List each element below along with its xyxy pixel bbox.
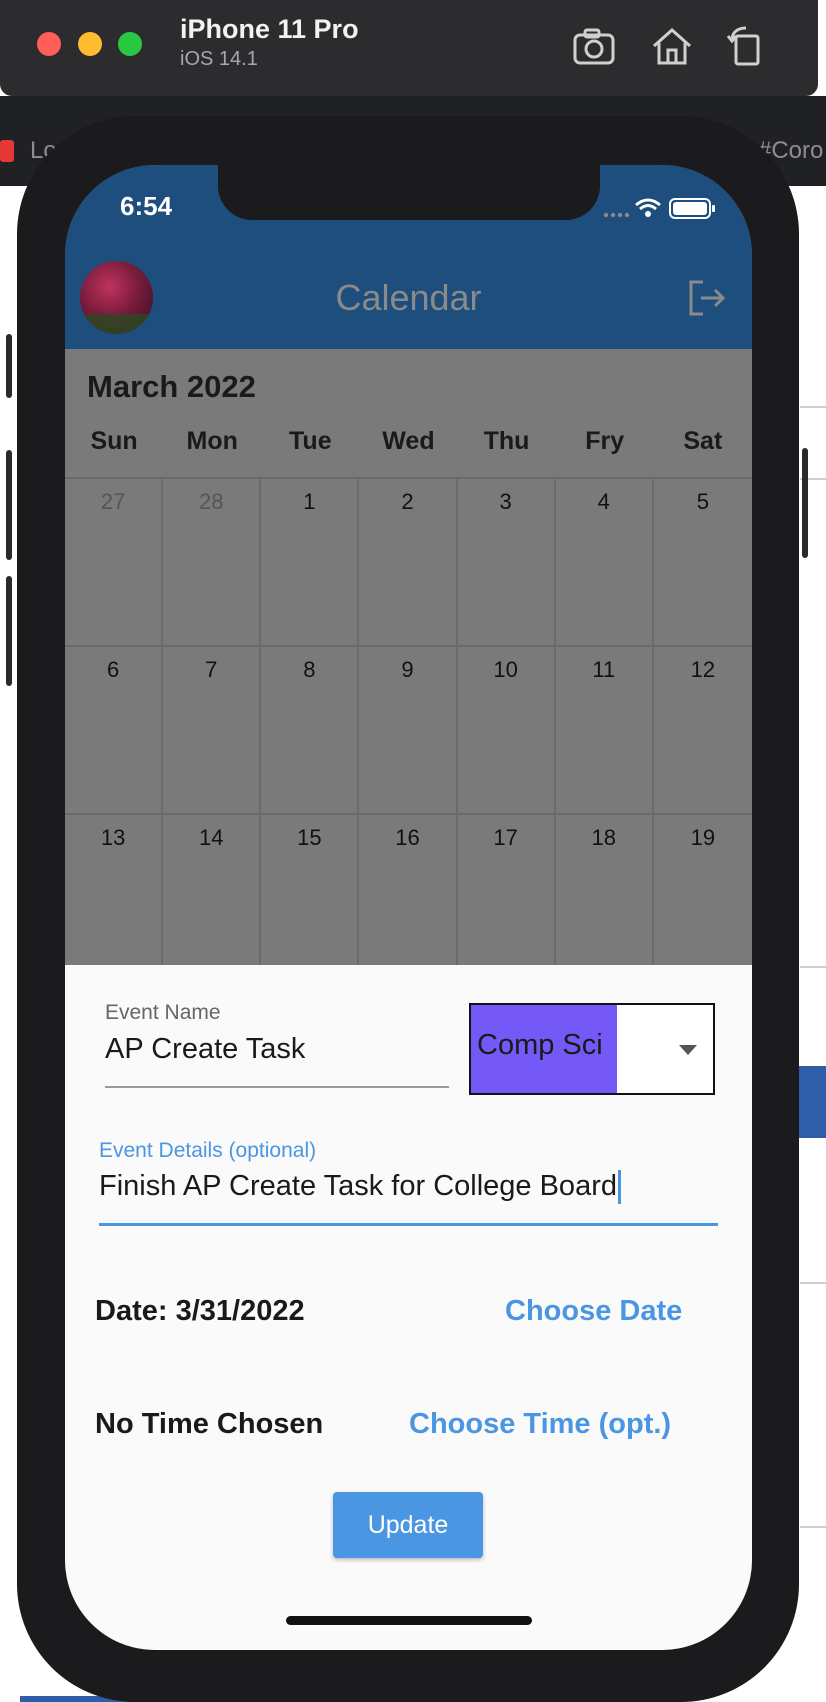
event-name-label: Event Name bbox=[105, 1001, 221, 1024]
event-details-label: Event Details (optional) bbox=[99, 1139, 317, 1162]
calendar-day[interactable]: 18 bbox=[555, 815, 654, 983]
rotate-icon[interactable] bbox=[722, 22, 770, 70]
notch bbox=[218, 165, 600, 220]
event-name-input[interactable]: AP Create Task bbox=[105, 1033, 305, 1066]
app-bar: 6:54 Calendar bbox=[65, 165, 752, 349]
screenshot-icon[interactable] bbox=[570, 22, 618, 70]
power-button bbox=[802, 448, 808, 558]
selected-time: No Time Chosen bbox=[95, 1408, 324, 1440]
home-indicator[interactable] bbox=[286, 1616, 532, 1625]
calendar-day[interactable]: 7 bbox=[163, 647, 262, 815]
signal-icon bbox=[603, 212, 630, 218]
weekday-label: Fry bbox=[585, 427, 625, 455]
simulator-title-bar: iPhone 11 Pro iOS 14.1 bbox=[0, 0, 818, 96]
calendar-day[interactable]: 8 bbox=[261, 647, 360, 815]
status-icons bbox=[603, 198, 715, 219]
category-dropdown[interactable]: Comp Sci bbox=[469, 1003, 715, 1095]
phone-screen: 6:54 Calendar March 2022 Sun Mon Tue Wed… bbox=[65, 165, 752, 1650]
background-divider bbox=[800, 966, 826, 968]
event-edit-sheet: Event Name AP Create Task Comp Sci Event… bbox=[65, 965, 752, 1650]
home-icon[interactable] bbox=[648, 22, 696, 70]
calendar-day[interactable]: 14 bbox=[163, 815, 262, 983]
selected-date: Date: 3/31/2022 bbox=[95, 1295, 305, 1327]
minimize-window-button[interactable] bbox=[78, 32, 102, 56]
zoom-window-button[interactable] bbox=[118, 32, 142, 56]
month-label: March 2022 bbox=[87, 369, 256, 404]
calendar-day[interactable]: 12 bbox=[653, 647, 752, 815]
calendar-day[interactable]: 4 bbox=[555, 479, 654, 647]
weekday-label: Sat bbox=[683, 427, 723, 455]
background-divider bbox=[800, 406, 826, 408]
volume-up-button bbox=[6, 450, 12, 560]
text-cursor bbox=[617, 1170, 621, 1205]
calendar-day[interactable]: 9 bbox=[359, 647, 458, 815]
battery-icon bbox=[669, 198, 715, 219]
update-button[interactable]: Update bbox=[333, 1492, 483, 1558]
page-title: Calendar bbox=[335, 277, 482, 318]
calendar-day[interactable]: 27 bbox=[65, 479, 164, 647]
os-version: iOS 14.1 bbox=[180, 48, 258, 70]
wifi-icon bbox=[635, 198, 661, 217]
event-details-input[interactable]: Finish AP Create Task for College Board bbox=[99, 1170, 621, 1205]
calendar-day[interactable]: 6 bbox=[65, 647, 164, 815]
choose-date-button[interactable]: Choose Date bbox=[505, 1295, 682, 1328]
calendar-day[interactable]: 1 bbox=[261, 479, 360, 647]
device-name: iPhone 11 Pro bbox=[180, 14, 359, 44]
calendar-day[interactable]: 3 bbox=[457, 479, 556, 647]
calendar-day[interactable]: 13 bbox=[65, 815, 164, 983]
weekday-label: Sun bbox=[90, 427, 138, 455]
volume-down-button bbox=[6, 576, 12, 686]
close-window-button[interactable] bbox=[37, 32, 61, 56]
youtube-icon bbox=[0, 140, 14, 162]
category-selected-value: Comp Sci bbox=[477, 1029, 603, 1061]
background-divider bbox=[800, 1526, 826, 1528]
calendar-day[interactable]: 16 bbox=[359, 815, 458, 983]
weekday-header: Sun Mon Tue Wed Thu Fry Sat bbox=[65, 427, 752, 456]
chevron-down-icon bbox=[679, 1045, 697, 1055]
calendar-day[interactable]: 17 bbox=[457, 815, 556, 983]
choose-time-button[interactable]: Choose Time (opt.) bbox=[409, 1408, 671, 1441]
background-divider bbox=[800, 1282, 826, 1284]
weekday-label: Wed bbox=[382, 427, 435, 455]
logout-icon[interactable] bbox=[687, 279, 727, 317]
weekday-label: Thu bbox=[483, 427, 530, 455]
calendar-day[interactable]: 10 bbox=[457, 647, 556, 815]
calendar-day[interactable]: 5 bbox=[653, 479, 752, 647]
calendar-day[interactable]: 2 bbox=[359, 479, 458, 647]
status-time: 6:54 bbox=[120, 191, 173, 221]
calendar-day[interactable]: 15 bbox=[261, 815, 360, 983]
mute-switch bbox=[6, 334, 12, 398]
event-name-underline bbox=[105, 1086, 449, 1088]
weekday-label: Tue bbox=[289, 427, 332, 455]
event-details-value: Finish AP Create Task for College Board bbox=[99, 1170, 617, 1202]
calendar-day[interactable]: 28 bbox=[163, 479, 262, 647]
calendar-day[interactable]: 11 bbox=[555, 647, 654, 815]
weekday-label: Mon bbox=[186, 427, 238, 455]
event-details-underline bbox=[99, 1223, 718, 1226]
calendar-grid: 27 28 1 2 3 4 5 6 7 8 9 10 11 12 13 14 1… bbox=[65, 477, 752, 983]
calendar-day[interactable]: 19 bbox=[653, 815, 752, 983]
